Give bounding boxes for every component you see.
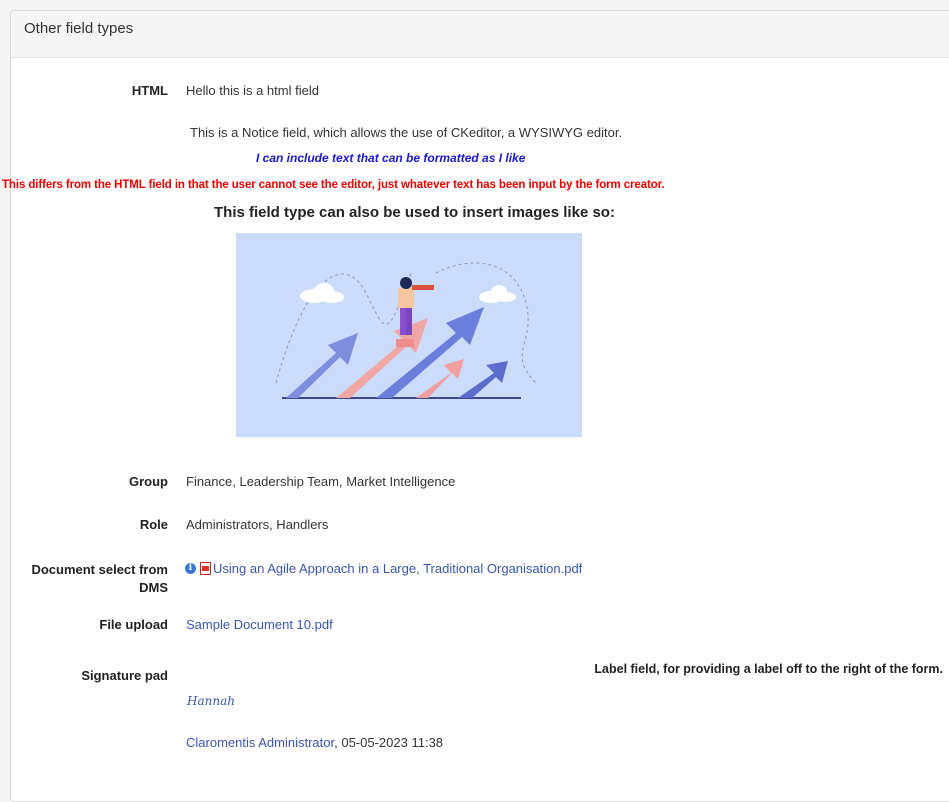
dms-document-row: i Using an Agile Approach in a Large, Tr… xyxy=(185,561,582,576)
signature-timestamp: , 05-05-2023 11:38 xyxy=(334,735,444,750)
role-field-label: Role xyxy=(139,517,168,532)
panel-header xyxy=(11,11,949,58)
panel-title: Other field types xyxy=(24,20,134,37)
signature-image: Hannah xyxy=(187,694,235,708)
signer-link[interactable]: Claromentis Administrator xyxy=(186,735,334,750)
html-field-label: HTML xyxy=(131,83,168,98)
group-field-value: Finance, Leadership Team, Market Intelli… xyxy=(186,474,456,489)
info-icon[interactable]: i xyxy=(185,563,196,574)
notice-line-2: I can include text that can be formatted… xyxy=(256,151,526,165)
file-upload-label: File upload xyxy=(99,617,168,632)
dms-document-link[interactable]: Using an Agile Approach in a Large, Trad… xyxy=(213,561,582,576)
growth-arrows-illustration xyxy=(236,233,582,437)
html-field-value: Hello this is a html field xyxy=(186,83,319,98)
signature-pad-label: Signature pad xyxy=(81,668,168,683)
pdf-file-icon xyxy=(200,562,211,575)
dms-field-label: Document select from DMS xyxy=(31,562,168,595)
signature-meta: Claromentis Administrator, 05-05-2023 11… xyxy=(186,735,443,750)
notice-line-3: This differs from the HTML field in that… xyxy=(2,179,665,191)
role-field-value: Administrators, Handlers xyxy=(186,517,329,532)
notice-line-1: This is a Notice field, which allows the… xyxy=(190,125,623,140)
notice-line-4: This field type can also be used to inse… xyxy=(214,204,615,221)
label-field-text: Label field, for providing a label off t… xyxy=(594,662,943,676)
group-field-label: Group xyxy=(129,474,168,489)
file-upload-link[interactable]: Sample Document 10.pdf xyxy=(186,617,333,632)
